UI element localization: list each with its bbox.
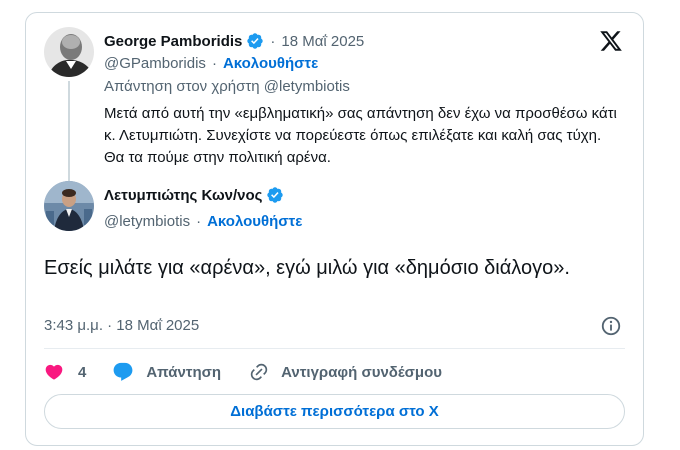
verified-badge-icon	[267, 187, 284, 203]
divider	[44, 348, 625, 349]
parent-header: George Pamboridis · 18 Μαΐ 2025	[104, 32, 365, 50]
parent-date[interactable]: 18 Μαΐ 2025	[281, 33, 364, 50]
parent-handle-row: @GPamboridis · Ακολουθήστε	[104, 55, 319, 72]
action-bar: 4 Απάντηση Αντιγραφή συνδέσμου	[44, 359, 442, 385]
like-count: 4	[78, 363, 87, 381]
reply-label: Απάντηση	[146, 363, 222, 381]
replying-to-label: Απάντηση στον χρήστη @letymbiotis	[104, 78, 350, 95]
parent-author-avatar[interactable]	[44, 27, 94, 77]
reply-button[interactable]: Απάντηση	[112, 361, 249, 383]
reply-tweet-text: Εσείς μιλάτε για «αρένα», εγώ μιλώ για «…	[44, 257, 570, 279]
parent-handle[interactable]: @GPamboridis	[104, 55, 206, 72]
x-logo-icon[interactable]	[598, 29, 624, 53]
reply-handle[interactable]: @letymbiotis	[104, 213, 190, 230]
reply-header: Λετυμπιώτης Κων/νος	[104, 186, 284, 204]
reply-author-name[interactable]: Λετυμπιώτης Κων/νος	[104, 187, 262, 204]
read-more-button[interactable]: Διαβάστε περισσότερα στο X	[44, 394, 625, 429]
reply-author-avatar[interactable]	[44, 181, 94, 231]
embedded-tweet-card: George Pamboridis · 18 Μαΐ 2025 @GPambor…	[25, 12, 644, 446]
parent-follow-link[interactable]: Ακολουθήστε	[223, 55, 318, 72]
parent-author-name[interactable]: George Pamboridis	[104, 33, 242, 50]
speech-bubble-icon	[113, 362, 133, 381]
parent-tweet-text: Μετά από αυτή την «εμβληματική» σας απάν…	[104, 105, 617, 166]
like-button[interactable]: 4	[44, 362, 112, 382]
info-icon[interactable]	[600, 315, 622, 337]
reply-handle-row: @letymbiotis · Ακολουθήστε	[104, 213, 303, 230]
thread-connector-line	[68, 81, 70, 181]
verified-badge-icon	[247, 33, 264, 49]
link-icon	[250, 363, 268, 381]
copy-link-button[interactable]: Αντιγραφή συνδέσμου	[249, 362, 442, 382]
reply-follow-link[interactable]: Ακολουθήστε	[207, 213, 302, 230]
heart-icon	[45, 364, 63, 380]
copy-link-label: Αντιγραφή συνδέσμου	[281, 363, 443, 381]
reply-timestamp[interactable]: 3:43 μ.μ. · 18 Μαΐ 2025	[44, 317, 199, 334]
